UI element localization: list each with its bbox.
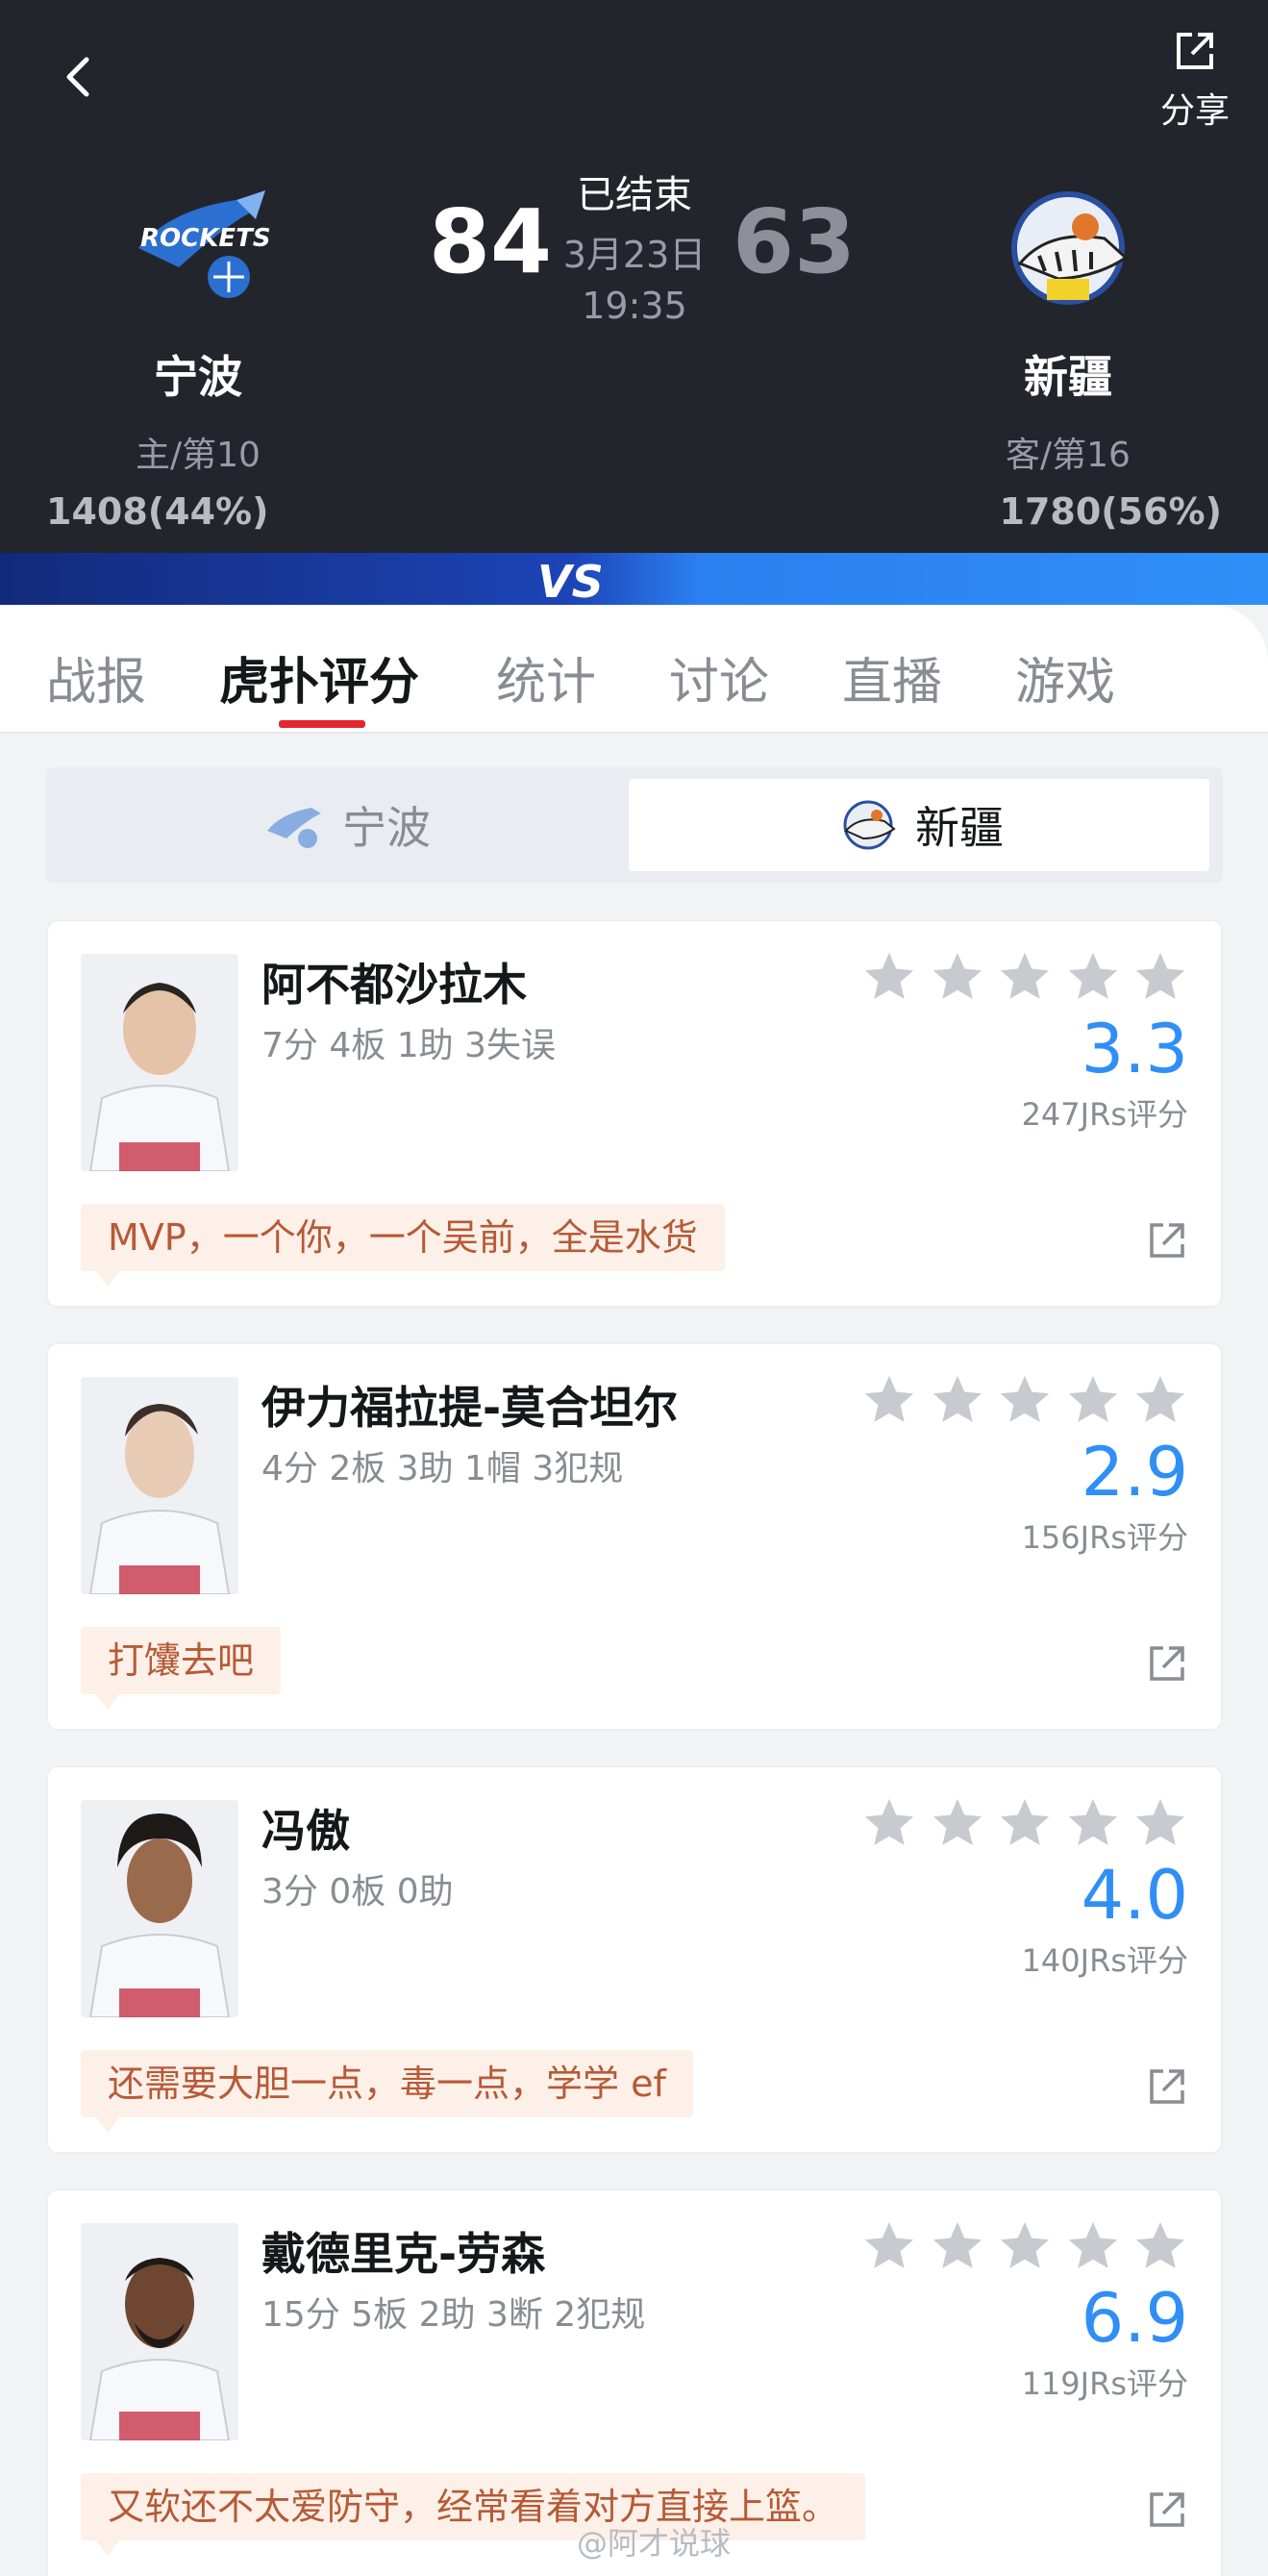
share-label: 分享 (1159, 91, 1230, 131)
star-icon[interactable] (861, 1371, 917, 1427)
star-icon[interactable] (997, 948, 1053, 1004)
player-rating: 4.0 (1081, 1856, 1188, 1935)
flying-tigers-logo-icon (1011, 191, 1129, 305)
player-photo (81, 1377, 238, 1594)
player-stats: 15分 5板 2助 3断 2犯规 (261, 2295, 646, 2335)
star-icon[interactable] (1132, 2217, 1188, 2273)
top-comment[interactable]: 打馕去吧 (81, 1627, 282, 1710)
rater-count: 119JRs评分 (1021, 2365, 1188, 2402)
star-icon[interactable] (1132, 1794, 1188, 1850)
open-link-icon[interactable] (1146, 2065, 1188, 2108)
team-switch-away[interactable]: 新疆 (629, 779, 1209, 871)
star-icon[interactable] (930, 1794, 985, 1850)
home-team-rank: 主/第10 (136, 436, 261, 475)
star-icon[interactable] (997, 1371, 1053, 1427)
star-icon[interactable] (930, 2217, 985, 2273)
share-icon (1177, 33, 1213, 69)
player-card[interactable]: 伊力福拉提-莫合坦尔 4分 2板 3助 1帽 3犯规 2.9 156JRs评分 … (46, 1342, 1223, 1731)
star-icon[interactable] (1132, 948, 1188, 1004)
home-team[interactable]: ROCKETS 宁波 主/第10 (63, 171, 333, 477)
svg-text:ROCKETS: ROCKETS (140, 224, 271, 253)
match-header: 分享 ROCKETS 宁波 主/第10 84 已结束 3月23日 19:35 6… (0, 0, 1268, 553)
star-icon[interactable] (1065, 1794, 1121, 1850)
flying-tigers-logo-icon (843, 800, 896, 850)
game-time: 19:35 (582, 285, 687, 327)
player-stats: 4分 2板 3助 1帽 3犯规 (261, 1449, 624, 1488)
top-comment[interactable]: 还需要大胆一点，毒一点，学学 ef (81, 2050, 693, 2133)
star-icon[interactable] (930, 948, 985, 1004)
tab-stats[interactable]: 统计 (496, 641, 596, 713)
game-status: 已结束 (577, 173, 692, 217)
support-vs-bar (0, 553, 1268, 605)
tab-report[interactable]: 战报 (46, 641, 146, 713)
open-link-icon[interactable] (1146, 1219, 1188, 1262)
tab-live[interactable]: 直播 (842, 641, 942, 713)
open-link-icon[interactable] (1146, 2488, 1188, 2531)
rater-count: 247JRs评分 (1021, 1096, 1188, 1133)
player-photo (81, 2223, 238, 2440)
player-photo (81, 1800, 238, 2017)
player-rating: 2.9 (1081, 1433, 1188, 1512)
game-date: 3月23日 (562, 234, 707, 276)
top-comment[interactable]: MVP，一个你，一个吴前，全是水货 (81, 1204, 725, 1287)
rating-stars[interactable] (861, 1371, 1188, 1429)
team-switch-away-label: 新疆 (915, 802, 1004, 854)
share-button[interactable]: 分享 (1149, 29, 1241, 131)
back-arrow-icon[interactable] (50, 48, 108, 106)
rater-count: 156JRs评分 (1021, 1519, 1188, 1556)
team-switch: 宁波 新疆 (46, 767, 1223, 883)
tab-bar: 战报 虎扑评分 统计 讨论 直播 游戏 (0, 605, 1268, 734)
player-stats: 3分 0板 0助 (261, 1872, 454, 1912)
vs-icon: VS (537, 556, 601, 605)
star-icon[interactable] (1132, 1371, 1188, 1427)
player-name: 伊力福拉提-莫合坦尔 (261, 1382, 679, 1434)
watermark: @阿才说球 (577, 2525, 732, 2562)
player-card[interactable]: 戴德里克-劳森 15分 5板 2助 3断 2犯规 6.9 119JRs评分 又软… (46, 2188, 1223, 2576)
player-card[interactable]: 阿不都沙拉木 7分 4板 1助 3失误 3.3 247JRs评分 MVP，一个你… (46, 919, 1223, 1308)
top-comment[interactable]: 又软还不太爱防守，经常看着对方直接上篮。 (81, 2473, 866, 2556)
svg-text:VS: VS (537, 556, 601, 605)
player-card[interactable]: 冯傲 3分 0板 0助 4.0 140JRs评分 还需要大胆一点，毒一点，学学 … (46, 1765, 1223, 2154)
away-support-count: 1780(56%) (999, 490, 1222, 533)
team-switch-home-label: 宁波 (342, 802, 431, 854)
star-icon[interactable] (861, 948, 917, 1004)
rating-stars[interactable] (861, 948, 1188, 1006)
away-team-rank: 客/第16 (1006, 436, 1131, 475)
player-rating: 6.9 (1081, 2279, 1188, 2358)
star-icon[interactable] (997, 2217, 1053, 2273)
rating-stars[interactable] (861, 2217, 1188, 2275)
rockets-logo-icon: ROCKETS (138, 190, 271, 298)
home-team-name: 宁波 (154, 351, 242, 403)
rockets-logo-icon (267, 808, 321, 848)
player-name: 阿不都沙拉木 (261, 959, 527, 1011)
star-icon[interactable] (930, 1371, 985, 1427)
star-icon[interactable] (861, 1794, 917, 1850)
star-icon[interactable] (861, 2217, 917, 2273)
away-team[interactable]: 新疆 客/第16 (933, 171, 1203, 477)
rater-count: 140JRs评分 (1021, 1942, 1188, 1979)
away-score: 63 (733, 190, 857, 293)
home-score: 84 (429, 190, 553, 293)
tab-games[interactable]: 游戏 (1015, 641, 1115, 713)
player-stats: 7分 4板 1助 3失误 (261, 1026, 556, 1065)
home-support-count: 1408(44%) (46, 490, 269, 533)
star-icon[interactable] (1065, 1371, 1121, 1427)
player-rating: 3.3 (1081, 1010, 1188, 1088)
star-icon[interactable] (1065, 948, 1121, 1004)
player-name: 冯傲 (261, 1805, 350, 1857)
tab-hupu-rating[interactable]: 虎扑评分 (219, 641, 419, 713)
player-name: 戴德里克-劳森 (261, 2228, 546, 2280)
rating-stars[interactable] (861, 1794, 1188, 1852)
team-switch-home[interactable]: 宁波 (56, 779, 636, 871)
player-photo (81, 954, 238, 1171)
active-tab-indicator (279, 720, 365, 728)
star-icon[interactable] (997, 1794, 1053, 1850)
star-icon[interactable] (1065, 2217, 1121, 2273)
away-team-name: 新疆 (1024, 351, 1112, 403)
tab-discussion[interactable]: 讨论 (669, 641, 769, 713)
open-link-icon[interactable] (1146, 1642, 1188, 1685)
